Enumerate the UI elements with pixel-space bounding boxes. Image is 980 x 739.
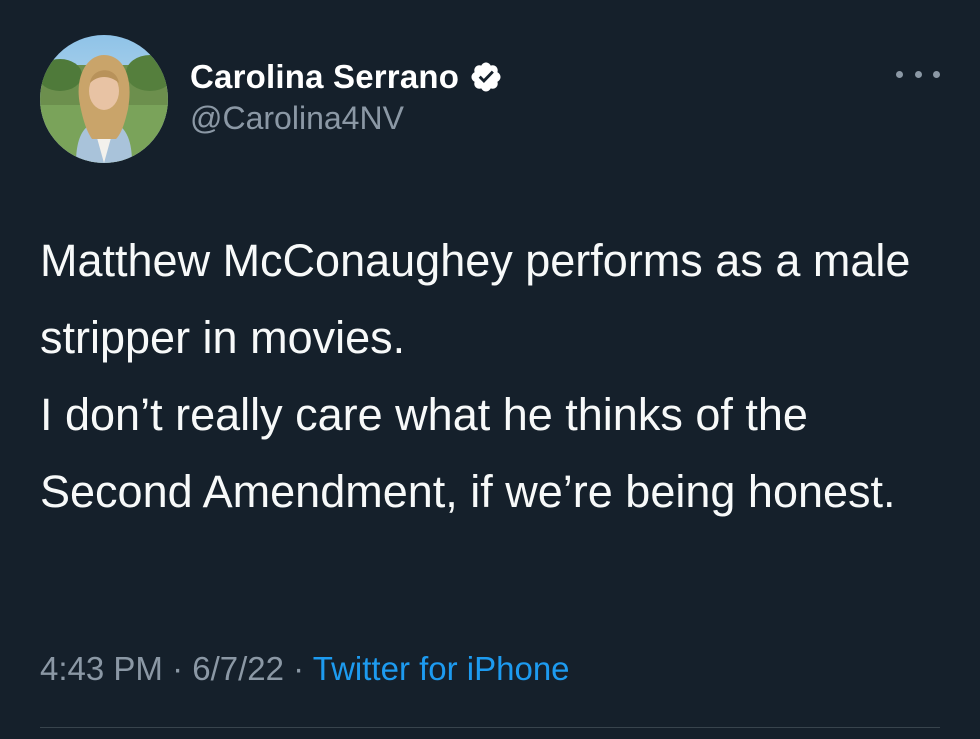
- author-handle[interactable]: @Carolina4NV: [190, 100, 404, 137]
- tweet-card: Carolina Serrano @Carolina4NV Matthew Mc…: [0, 0, 980, 739]
- divider: [40, 727, 940, 728]
- author-display-name[interactable]: Carolina Serrano: [190, 58, 459, 96]
- tweet-source-link[interactable]: Twitter for iPhone: [313, 650, 570, 687]
- more-dot: [914, 70, 922, 78]
- tweet-paragraph: Matthew McConaughey performs as a male s…: [40, 235, 911, 363]
- verified-badge-icon: [471, 62, 501, 92]
- avatar[interactable]: [40, 35, 168, 163]
- meta-separator: ·: [172, 650, 184, 687]
- author-name-row[interactable]: Carolina Serrano: [190, 55, 503, 99]
- tweet-metadata: 4:43 PM · 6/7/22 · Twitter for iPhone: [40, 650, 570, 688]
- more-dot: [933, 70, 940, 78]
- more-options-icon[interactable]: [896, 62, 940, 86]
- meta-separator: ·: [293, 650, 305, 687]
- tweet-text: Matthew McConaughey performs as a male s…: [40, 222, 950, 530]
- tweet-paragraph: I don’t really care what he thinks of th…: [40, 389, 896, 517]
- more-dot: [896, 70, 903, 78]
- tweet-time[interactable]: 4:43 PM: [40, 650, 163, 687]
- profile-photo-icon: [40, 35, 168, 163]
- tweet-date[interactable]: 6/7/22: [192, 650, 284, 687]
